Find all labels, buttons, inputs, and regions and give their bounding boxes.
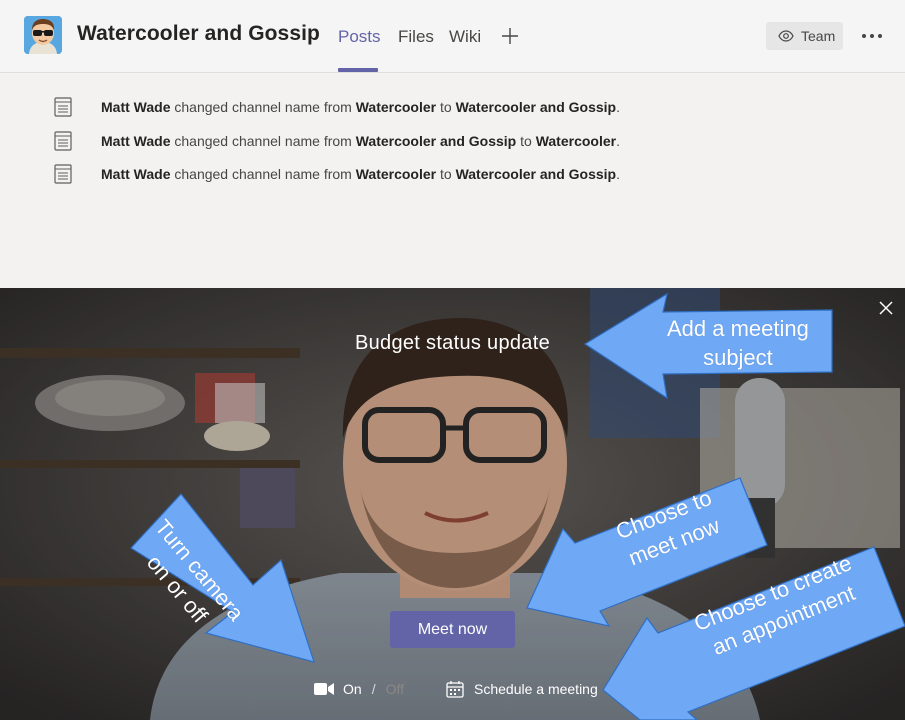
channel-title: Watercooler and Gossip <box>77 22 320 45</box>
schedule-meeting-button[interactable]: Schedule a meeting <box>446 678 598 700</box>
event-to: Watercooler <box>535 133 617 149</box>
channel-avatar <box>24 16 62 54</box>
event-from: Watercooler <box>355 166 437 182</box>
close-icon[interactable] <box>877 299 895 317</box>
event-connector: to <box>436 166 456 182</box>
eye-icon <box>778 30 794 42</box>
event-actor[interactable]: Matt Wade <box>101 133 170 149</box>
tab-posts[interactable]: Posts <box>338 27 381 47</box>
team-button-label: Team <box>801 28 836 44</box>
camera-on-option[interactable]: On <box>343 681 362 697</box>
event-end: . <box>616 133 620 149</box>
event-end: . <box>616 166 620 182</box>
list-item: Matt Wade changed channel name from Wate… <box>54 96 620 118</box>
channel-header: Watercooler and Gossip Posts Files Wiki … <box>0 0 905 73</box>
event-actor[interactable]: Matt Wade <box>101 166 170 182</box>
more-options-icon[interactable] <box>860 28 884 44</box>
meeting-subject-input[interactable]: Budget status update <box>0 332 905 355</box>
camera-separator: / <box>371 681 376 697</box>
active-tab-indicator <box>338 68 378 72</box>
event-to: Watercooler and Gossip <box>455 166 617 182</box>
event-action: changed channel name from <box>170 133 356 149</box>
channel-feed: Matt Wade changed channel name from Wate… <box>0 74 905 288</box>
tab-wiki[interactable]: Wiki <box>449 27 481 47</box>
event-action: changed channel name from <box>170 166 356 182</box>
tab-files[interactable]: Files <box>398 27 434 47</box>
camera-off-option[interactable]: Off <box>386 681 404 697</box>
channel-event-icon <box>54 131 72 151</box>
video-camera-icon <box>314 682 334 696</box>
meet-now-panel: Budget status update Meet now On / Off S… <box>0 288 905 720</box>
event-from: Watercooler <box>355 99 437 115</box>
schedule-meeting-label: Schedule a meeting <box>474 681 598 697</box>
channel-event-icon <box>54 97 72 117</box>
event-connector: to <box>436 99 456 115</box>
event-from: Watercooler and Gossip <box>355 133 517 149</box>
list-item: Matt Wade changed channel name from Wate… <box>54 163 620 185</box>
meet-now-button[interactable]: Meet now <box>390 611 515 648</box>
plus-icon[interactable] <box>500 26 520 46</box>
event-action: changed channel name from <box>170 99 356 115</box>
channel-event-icon <box>54 164 72 184</box>
event-connector: to <box>516 133 536 149</box>
event-actor[interactable]: Matt Wade <box>101 99 170 115</box>
list-item: Matt Wade changed channel name from Wate… <box>54 130 620 152</box>
camera-toggle[interactable]: On / Off <box>314 678 404 700</box>
event-to: Watercooler and Gossip <box>455 99 617 115</box>
calendar-icon <box>446 680 465 698</box>
event-end: . <box>616 99 620 115</box>
team-button[interactable]: Team <box>766 22 843 50</box>
